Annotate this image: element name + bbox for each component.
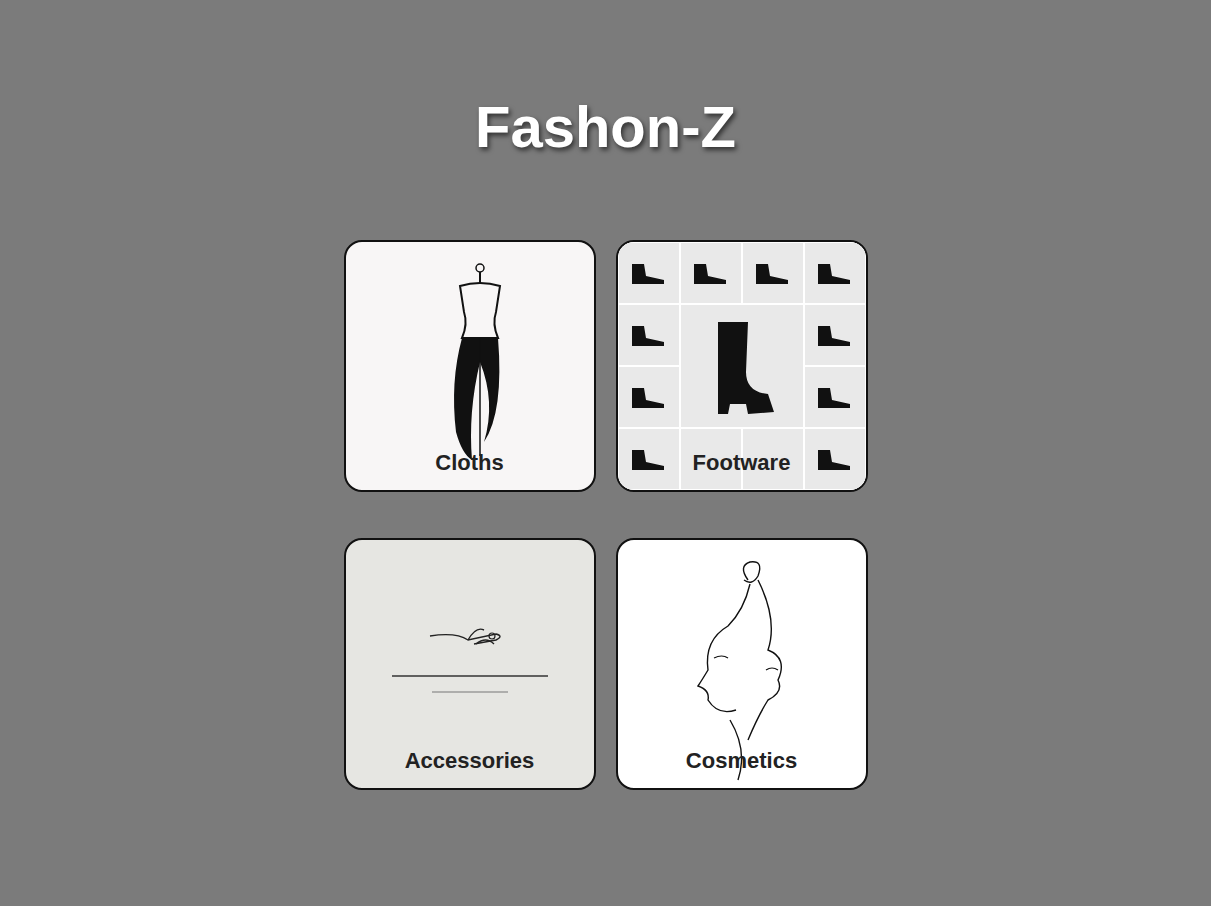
category-card[interactable]: Cosmetics bbox=[616, 538, 868, 790]
category-label[interactable]: Cosmetics bbox=[618, 748, 866, 774]
page: Fashon-Z Cloths Footware Accessories Cosmeti… bbox=[0, 0, 1211, 906]
category-label[interactable]: Cloths bbox=[346, 450, 594, 476]
category-grid: Cloths Footware Accessories Cosmetics bbox=[344, 240, 868, 790]
category-card[interactable]: Cloths bbox=[344, 240, 596, 492]
category-card[interactable]: Accessories bbox=[344, 538, 596, 790]
category-label[interactable]: Footware bbox=[618, 450, 866, 476]
site-title: Fashon-Z bbox=[475, 0, 736, 162]
category-label[interactable]: Accessories bbox=[346, 748, 594, 774]
category-card[interactable]: Footware bbox=[616, 240, 868, 492]
